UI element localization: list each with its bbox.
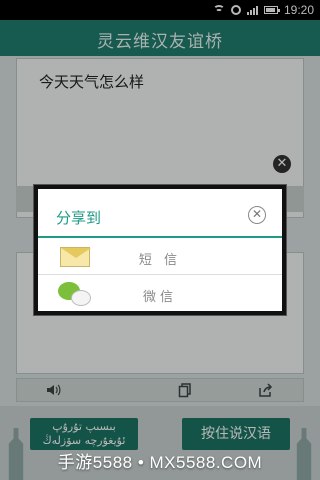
share-option-wechat[interactable]: 微信 xyxy=(38,276,282,312)
watermark-text: 手游5588 • MX5588.COM xyxy=(57,453,263,472)
close-icon[interactable]: ✕ xyxy=(248,206,266,224)
share-option-label: 微信 xyxy=(142,290,177,305)
share-option-sms[interactable]: 短 信 xyxy=(38,239,282,275)
share-dialog: 分享到 ✕ 短 信 微信 xyxy=(34,185,286,315)
dialog-title-divider xyxy=(38,236,282,238)
share-dialog-title: 分享到 xyxy=(56,209,102,227)
share-option-label: 短 信 xyxy=(138,253,182,268)
